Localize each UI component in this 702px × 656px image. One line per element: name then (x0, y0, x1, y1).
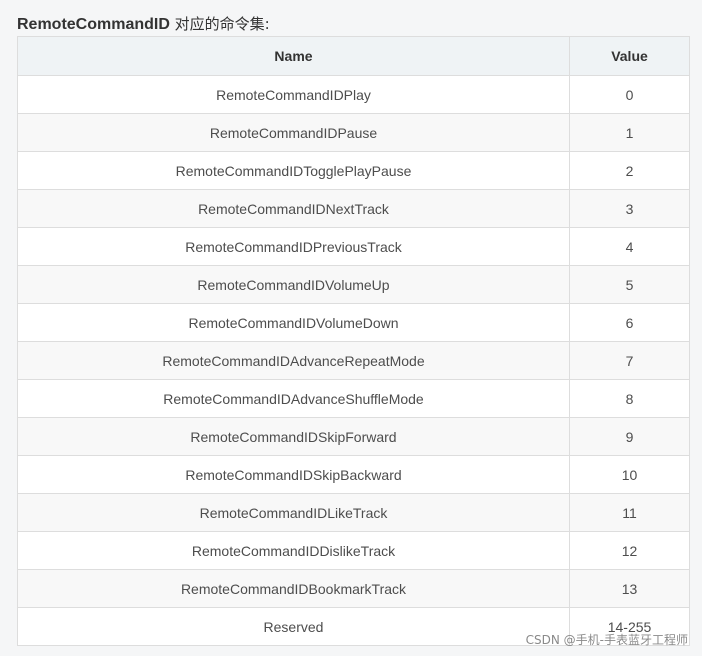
section-heading: RemoteCommandID 对应的命令集: (17, 12, 270, 36)
table-row: RemoteCommandIDBookmarkTrack 13 (17, 569, 690, 608)
cell-name: RemoteCommandIDSkipBackward (17, 455, 570, 494)
cell-value: 0 (569, 75, 690, 114)
cell-value: 12 (569, 531, 690, 570)
table-row: RemoteCommandIDVolumeDown 6 (17, 303, 690, 342)
cell-name: RemoteCommandIDVolumeDown (17, 303, 570, 342)
csdn-watermark: CSDN @手机-手表蓝牙工程师 (525, 633, 688, 647)
cell-value: 13 (569, 569, 690, 608)
cell-name: RemoteCommandIDLikeTrack (17, 493, 570, 532)
cell-value: 11 (569, 493, 690, 532)
cell-name: RemoteCommandIDSkipForward (17, 417, 570, 456)
table-row: RemoteCommandIDAdvanceShuffleMode 8 (17, 379, 690, 418)
cell-name: RemoteCommandIDAdvanceShuffleMode (17, 379, 570, 418)
cell-name: RemoteCommandIDAdvanceRepeatMode (17, 341, 570, 380)
table-row: RemoteCommandIDNextTrack 3 (17, 189, 690, 228)
cell-value: 1 (569, 113, 690, 152)
cell-value: 10 (569, 455, 690, 494)
header-name: Name (17, 36, 570, 76)
table-row: RemoteCommandIDVolumeUp 5 (17, 265, 690, 304)
table-row: RemoteCommandIDLikeTrack 11 (17, 493, 690, 532)
table-row: RemoteCommandIDSkipForward 9 (17, 417, 690, 456)
table-row: RemoteCommandIDDislikeTrack 12 (17, 531, 690, 570)
cell-name: Reserved (17, 607, 570, 646)
cell-value: 4 (569, 227, 690, 266)
cell-value: 2 (569, 151, 690, 190)
cell-name: RemoteCommandIDPause (17, 113, 570, 152)
table-row: RemoteCommandIDTogglePlayPause 2 (17, 151, 690, 190)
cell-name: RemoteCommandIDPlay (17, 75, 570, 114)
cell-name: RemoteCommandIDDislikeTrack (17, 531, 570, 570)
cell-value: 7 (569, 341, 690, 380)
table-body: RemoteCommandIDPlay 0 RemoteCommandIDPau… (17, 75, 690, 646)
table-row: RemoteCommandIDPlay 0 (17, 75, 690, 114)
cell-name: RemoteCommandIDBookmarkTrack (17, 569, 570, 608)
heading-bold: RemoteCommandID (17, 16, 170, 33)
cell-value: 8 (569, 379, 690, 418)
table-row: RemoteCommandIDPreviousTrack 4 (17, 227, 690, 266)
header-value: Value (569, 36, 690, 76)
cell-name: RemoteCommandIDPreviousTrack (17, 227, 570, 266)
cell-value: 3 (569, 189, 690, 228)
table-row: RemoteCommandIDSkipBackward 10 (17, 455, 690, 494)
cell-value: 6 (569, 303, 690, 342)
command-table: Name Value RemoteCommandIDPlay 0 RemoteC… (17, 36, 690, 646)
table-row: RemoteCommandIDPause 1 (17, 113, 690, 152)
cell-value: 5 (569, 265, 690, 304)
table-header: Name Value (17, 36, 690, 76)
heading-rest: 对应的命令集: (169, 15, 270, 33)
header-row: Name Value (17, 36, 690, 76)
cell-name: RemoteCommandIDVolumeUp (17, 265, 570, 304)
table-row: RemoteCommandIDAdvanceRepeatMode 7 (17, 341, 690, 380)
cell-name: RemoteCommandIDNextTrack (17, 189, 570, 228)
cell-name: RemoteCommandIDTogglePlayPause (17, 151, 570, 190)
cell-value: 9 (569, 417, 690, 456)
